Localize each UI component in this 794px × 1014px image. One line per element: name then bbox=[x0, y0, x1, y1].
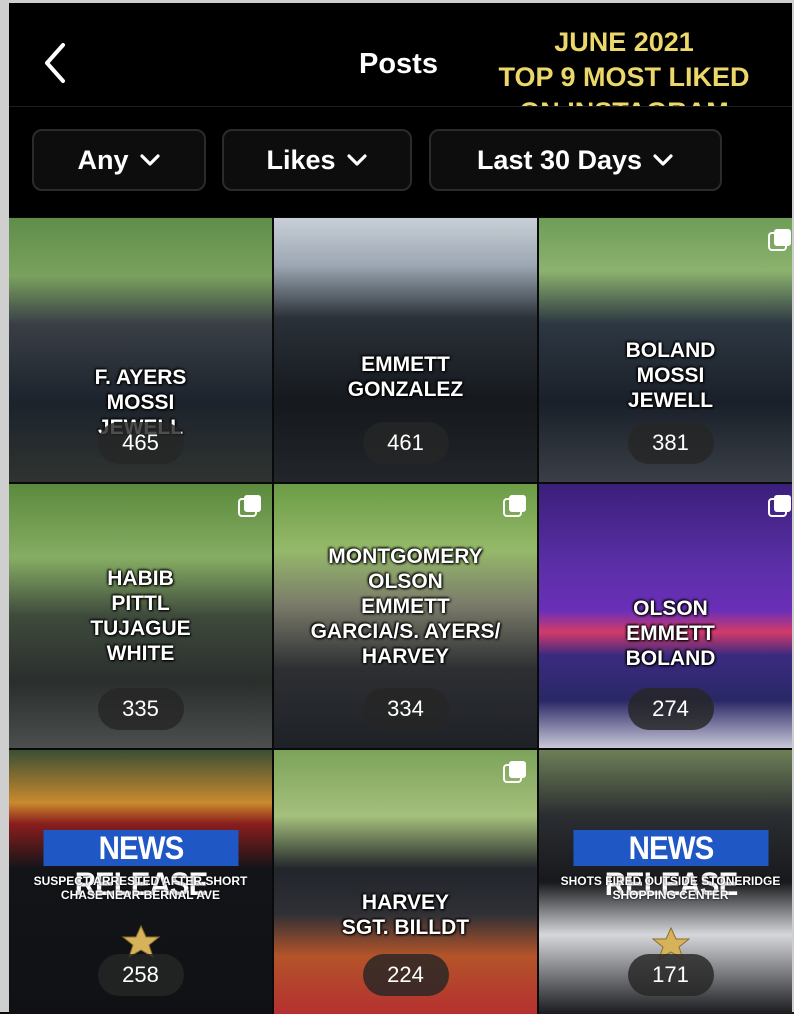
like-count: 258 bbox=[97, 954, 184, 996]
like-count: 171 bbox=[627, 954, 714, 996]
like-count: 335 bbox=[97, 688, 184, 730]
name-line: OLSON bbox=[633, 597, 708, 620]
tagged-names: MONTGOMERY OLSON EMMETT GARCIA/S. AYERS/… bbox=[274, 544, 537, 669]
headline-line: SHOPPING CENTER bbox=[612, 888, 729, 902]
name-line: BOLAND bbox=[625, 647, 716, 670]
name-line: GARCIA/S. AYERS/ bbox=[310, 620, 501, 643]
post-tile[interactable]: HARVEY SGT. BILLDT 224 bbox=[274, 750, 537, 1014]
multiple-photos-icon bbox=[503, 495, 526, 517]
promo-line: TOP 9 MOST LIKED bbox=[498, 62, 750, 92]
multiple-photos-icon bbox=[768, 229, 791, 251]
news-release-banner: NEWS RELEASE bbox=[43, 830, 239, 902]
tagged-names: HARVEY SGT. BILLDT bbox=[274, 890, 537, 940]
chevron-down-icon bbox=[653, 154, 673, 166]
posts-grid: F. AYERS MOSSI JEWELL 465 EMMETT GONZALE… bbox=[9, 218, 794, 1014]
filter-label: Any bbox=[77, 144, 129, 175]
name-line: JEWELL bbox=[627, 389, 714, 412]
name-line: MONTGOMERY bbox=[328, 545, 483, 568]
post-tile[interactable]: BOLAND MOSSI JEWELL 381 bbox=[539, 218, 794, 482]
multiple-photos-icon bbox=[503, 761, 526, 783]
headline-line: SHOTS FIRED OUTSIDE STONERIDGE bbox=[560, 874, 781, 888]
like-count: 224 bbox=[362, 954, 449, 996]
name-line: PITTL bbox=[111, 592, 170, 615]
multiple-photos-icon bbox=[768, 495, 791, 517]
name-line: WHITE bbox=[106, 642, 175, 665]
back-chevron-icon[interactable] bbox=[39, 39, 73, 87]
promo-line: JUNE 2021 bbox=[554, 27, 694, 57]
post-tile[interactable]: MONTGOMERY OLSON EMMETT GARCIA/S. AYERS/… bbox=[274, 484, 537, 748]
name-line: MOSSI bbox=[636, 364, 705, 387]
post-tile[interactable]: NEWS RELEASE SHOTS FIRED OUTSIDE STONERI… bbox=[539, 750, 794, 1014]
name-line: MOSSI bbox=[106, 391, 175, 414]
like-count: 381 bbox=[627, 422, 714, 464]
chevron-down-icon bbox=[346, 154, 367, 166]
name-line: GONZALEZ bbox=[347, 378, 464, 401]
headline-line: SUSPECT ARRESTED AFTER SHORT bbox=[33, 874, 248, 888]
like-count: 461 bbox=[362, 422, 449, 464]
post-tile[interactable]: NEWS RELEASE SUSPECT ARRESTED AFTER SHOR… bbox=[9, 750, 272, 1014]
chevron-down-icon bbox=[139, 154, 160, 166]
name-line: F. AYERS bbox=[94, 366, 187, 389]
post-tile[interactable]: HABIB PITTL TUJAGUE WHITE 335 bbox=[9, 484, 272, 748]
tagged-names: EMMETT GONZALEZ bbox=[274, 352, 537, 402]
name-line: HARVEY bbox=[361, 645, 450, 668]
name-line: HARVEY bbox=[361, 891, 450, 914]
page-title: Posts bbox=[359, 48, 438, 80]
filter-bar: Any Likes Last 30 Days bbox=[9, 107, 792, 217]
headline-line: CHASE NEAR BERNAL AVE bbox=[60, 888, 221, 902]
filter-label: Last 30 Days bbox=[476, 144, 643, 175]
post-tile[interactable]: OLSON EMMETT BOLAND 274 bbox=[539, 484, 794, 748]
name-line: BOLAND bbox=[625, 339, 716, 362]
filter-likes-dropdown[interactable]: Likes bbox=[222, 129, 412, 191]
name-line: TUJAGUE bbox=[90, 617, 191, 640]
name-line: EMMETT bbox=[361, 353, 450, 376]
top-bar: Posts JUNE 2021 TOP 9 MOST LIKED ON INST… bbox=[9, 3, 792, 127]
multiple-photos-icon bbox=[238, 495, 261, 517]
tagged-names: BOLAND MOSSI JEWELL bbox=[539, 338, 794, 413]
tagged-names: HABIB PITTL TUJAGUE WHITE bbox=[9, 566, 272, 666]
news-headline: SUSPECT ARRESTED AFTER SHORT CHASE NEAR … bbox=[17, 874, 264, 902]
filter-label: Likes bbox=[266, 144, 336, 175]
news-release-banner: NEWS RELEASE bbox=[573, 830, 769, 902]
filter-any-dropdown[interactable]: Any bbox=[32, 129, 206, 191]
name-line: EMMETT bbox=[361, 595, 450, 618]
name-line: OLSON bbox=[368, 570, 443, 593]
tagged-names: OLSON EMMETT BOLAND bbox=[539, 596, 794, 671]
news-headline: SHOTS FIRED OUTSIDE STONERIDGE SHOPPING … bbox=[547, 874, 794, 902]
name-line: SGT. BILLDT bbox=[341, 916, 470, 939]
filter-date-range-dropdown[interactable]: Last 30 Days bbox=[429, 129, 722, 191]
post-tile[interactable]: F. AYERS MOSSI JEWELL 465 bbox=[9, 218, 272, 482]
like-count: 274 bbox=[627, 688, 714, 730]
name-line: HABIB bbox=[107, 567, 174, 590]
like-count: 465 bbox=[97, 422, 184, 464]
post-tile[interactable]: EMMETT GONZALEZ 461 bbox=[274, 218, 537, 482]
name-line: EMMETT bbox=[626, 622, 715, 645]
like-count: 334 bbox=[362, 688, 449, 730]
